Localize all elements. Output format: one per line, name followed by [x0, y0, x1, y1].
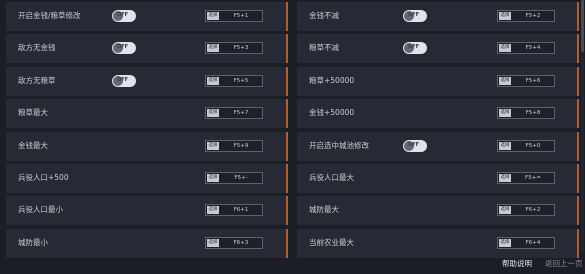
hotkey-modifier-badge[interactable]: 选择 [207, 173, 219, 182]
hotkey-value: F5+7 [233, 110, 249, 117]
left-option-row: 敌方无粮草 OFF 选择 F5+5 [6, 66, 288, 96]
option-label: 金钱最大 [18, 140, 48, 150]
right-option-row: 开启选中城池修改 OFF 选择 F5+0 [297, 131, 579, 161]
option-label: 粮草不减 [309, 43, 339, 53]
hotkey-field[interactable]: 选择 F5+= [497, 171, 555, 184]
option-label: 金钱不减 [309, 11, 339, 20]
option-label: 开启选中城池修改 [309, 140, 369, 150]
hotkey-field[interactable]: 选择 F5+0 [497, 139, 555, 152]
toggle-state-label: OFF [408, 44, 420, 51]
hotkey-field[interactable]: 选择 F5+7 [205, 107, 263, 120]
hotkey-modifier-badge[interactable]: 选择 [207, 76, 219, 85]
hotkey-modifier-badge[interactable]: 选择 [499, 109, 511, 118]
right-options-column: 金钱不减 OFF 选择 F5+2 粮草不减 OFF 选择 F5+4 粮草+50000 选择 F5+6… [297, 0, 579, 261]
right-option-row: 粮草+50000 选择 F5+6 [297, 66, 579, 96]
hotkey-modifier-badge[interactable]: 选择 [499, 141, 511, 150]
hotkey-modifier-badge[interactable]: 选择 [207, 238, 219, 247]
hotkey-modifier-badge[interactable]: 选择 [499, 173, 511, 182]
option-label: 开启金钱/粮草修改 [18, 11, 81, 20]
hotkey-field[interactable]: 选择 F5+4 [497, 42, 555, 55]
hotkey-field[interactable]: 选择 F5+6 [497, 74, 555, 87]
left-options-column: 开启金钱/粮草修改 OFF 选择 F5+1 敌方无金钱 OFF 选择 F5+3 敌方无粮草 OFF… [6, 0, 288, 261]
option-label: 兵役人口最小 [18, 205, 63, 215]
option-label: 当前农业最大 [309, 237, 354, 247]
left-option-row: 敌方无金钱 OFF 选择 F5+3 [6, 34, 288, 64]
hotkey-modifier-badge[interactable]: 选择 [499, 206, 511, 215]
hotkey-modifier-badge[interactable]: 选择 [207, 12, 219, 20]
hotkey-field[interactable]: 选择 F5+8 [497, 107, 555, 120]
hotkey-value: F5+4 [525, 45, 541, 52]
hotkey-modifier-badge[interactable]: 选择 [499, 76, 511, 85]
hotkey-value: F5+1 [233, 13, 249, 19]
help-link[interactable]: 帮助说明 [502, 258, 532, 269]
toggle-state-label: OFF [117, 44, 129, 51]
option-toggle[interactable]: OFF [403, 10, 427, 22]
hotkey-field[interactable]: 选择 F6+4 [497, 236, 555, 249]
hotkey-modifier-badge[interactable]: 选择 [499, 12, 511, 20]
right-option-row: 粮草不减 OFF 选择 F5+4 [297, 34, 579, 64]
hotkey-value: F5+3 [233, 45, 249, 52]
option-label: 兵役人口+500 [18, 172, 69, 182]
option-label: 粮草+50000 [309, 75, 355, 85]
left-option-row: 开启金钱/粮草修改 OFF 选择 F5+1 [6, 2, 288, 31]
option-label: 敌方无金钱 [18, 43, 56, 53]
option-label: 敌方无粮草 [18, 75, 56, 85]
hotkey-value: F5+9 [233, 142, 249, 149]
option-toggle[interactable]: OFF [403, 139, 427, 152]
option-label: 兵役人口最大 [309, 172, 354, 182]
left-option-row: 兵役人口+500 选择 F5+- [6, 163, 288, 193]
hotkey-field[interactable]: 选择 F5+3 [205, 42, 263, 55]
hotkey-value: F5+0 [525, 142, 541, 149]
hotkey-modifier-badge[interactable]: 选择 [207, 206, 219, 215]
toggle-state-label: OFF [117, 76, 129, 83]
hotkey-field[interactable]: 选择 F5+2 [497, 10, 555, 22]
hotkey-field[interactable]: 选择 F5+1 [205, 10, 263, 22]
toggle-state-label: OFF [408, 141, 420, 148]
footer: 帮助说明 返回上一页 [0, 254, 585, 274]
option-toggle[interactable]: OFF [112, 10, 136, 22]
hotkey-value: F5+5 [233, 77, 249, 84]
left-option-row: 金钱最大 选择 F5+9 [6, 131, 288, 161]
hotkey-value: F5+8 [525, 110, 541, 117]
left-option-row: 兵役人口最小 选择 F6+1 [6, 196, 288, 226]
scrollbar[interactable] [581, 0, 584, 254]
right-option-row: 城防最大 选择 F6+2 [297, 196, 579, 226]
hotkey-field[interactable]: 选择 F5+9 [205, 139, 263, 152]
back-link[interactable]: 返回上一页 [545, 258, 583, 269]
hotkey-value: F5+= [525, 174, 541, 181]
hotkey-modifier-badge[interactable]: 选择 [207, 44, 219, 53]
hotkey-modifier-badge[interactable]: 选择 [207, 141, 219, 150]
hotkey-value: F5+- [234, 174, 248, 181]
hotkey-value: F6+4 [525, 239, 541, 246]
hotkey-field[interactable]: 选择 F5+5 [205, 74, 263, 87]
option-toggle[interactable]: OFF [112, 42, 136, 55]
hotkey-value: F6+3 [233, 239, 249, 246]
option-toggle[interactable]: OFF [403, 42, 427, 55]
hotkey-field[interactable]: 选择 F6+3 [205, 236, 263, 249]
hotkey-field[interactable]: 选择 F6+1 [205, 204, 263, 217]
hotkey-field[interactable]: 选择 F6+2 [497, 204, 555, 217]
option-label: 城防最大 [309, 205, 339, 215]
options-grid: 开启金钱/粮草修改 OFF 选择 F5+1 敌方无金钱 OFF 选择 F5+3 敌方无粮草 OFF… [6, 0, 579, 258]
hotkey-modifier-badge[interactable]: 选择 [207, 109, 219, 118]
scrollbar-thumb[interactable] [581, 0, 584, 52]
hotkey-value: F5+2 [525, 13, 541, 19]
hotkey-value: F6+1 [233, 207, 249, 214]
right-option-row: 兵役人口最大 选择 F5+= [297, 163, 579, 193]
hotkey-value: F5+6 [525, 77, 541, 84]
toggle-state-label: OFF [408, 12, 420, 18]
hotkey-modifier-badge[interactable]: 选择 [499, 44, 511, 53]
hotkey-value: F6+2 [525, 207, 541, 214]
option-label: 粮草最大 [18, 108, 48, 118]
right-option-row: 金钱+50000 选择 F5+8 [297, 99, 579, 129]
toggle-state-label: OFF [117, 12, 129, 18]
left-option-row: 粮草最大 选择 F5+7 [6, 99, 288, 129]
right-option-row: 金钱不减 OFF 选择 F5+2 [297, 2, 579, 31]
option-label: 金钱+50000 [309, 108, 355, 118]
hotkey-modifier-badge[interactable]: 选择 [499, 238, 511, 247]
option-label: 城防最小 [18, 237, 48, 247]
hotkey-field[interactable]: 选择 F5+- [205, 171, 263, 184]
option-toggle[interactable]: OFF [112, 74, 136, 87]
